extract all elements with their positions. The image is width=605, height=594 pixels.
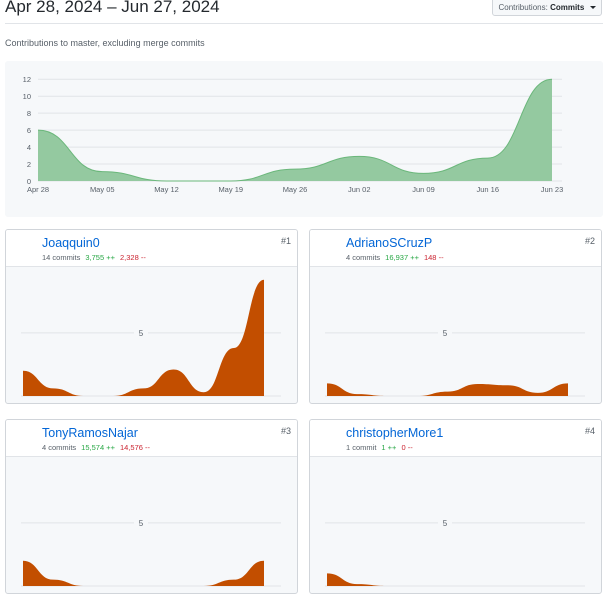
y-tick-label: 4 [27,143,31,152]
contributor-stats: 4 commits 15,574 ++ 14,576 -- [42,443,150,452]
contributor-card: christopherMore1 1 commit 1 ++ 0 -- #4 5Ap… [309,419,602,594]
contributor-name-link[interactable]: Joaqquin0 [42,236,100,250]
x-tick-label: May 19 [405,403,433,404]
contributor-chart-svg: 5 Apr 28 May 19 Jun 09 [9,279,281,404]
area-series [23,560,264,586]
area-series [327,573,568,586]
contributor-stats: 14 commits 3,755 ++ 2,328 -- [42,253,146,262]
header-divider [5,23,603,24]
identicon-purple-icon[interactable] [316,235,340,259]
commit-count: 1 commit [346,443,377,452]
additions-count: 15,574 ++ [81,443,115,452]
x-tick-label: May 12 [154,185,179,194]
x-tick-label: Jun 09 [192,403,218,404]
x-tick-label: May 19 [101,403,129,404]
dropdown-prefix: Contributions: [498,3,548,12]
x-tick-label: Apr 28 [27,185,49,194]
x-tick-label: Apr 28 [9,403,34,404]
contributor-chart-svg: 5Apr 28May 19Jun 09 [325,519,585,587]
contributions-type-dropdown[interactable]: Contributions: Commits [492,0,602,16]
y-tick-label: 8 [27,109,31,118]
caret-down-icon [589,6,596,10]
x-tick-label: May 26 [283,185,308,194]
contributor-name-link[interactable]: AdrianoSCruzP [346,236,432,250]
contributor-rank: #3 [280,426,291,436]
dropdown-value: Commits [550,3,585,12]
contributor-card-header: christopherMore1 1 commit 1 ++ 0 -- #4 [310,420,601,457]
contributor-card: Joaqquin0 14 commits 3,755 ++ 2,328 -- #1 … [5,229,298,404]
additions-count: 3,755 ++ [85,253,115,262]
additions-count: 1 ++ [381,443,397,452]
x-tick-label: Jun 23 [541,185,564,194]
area-series [23,279,264,396]
contributor-name-link[interactable]: TonyRamosNajar [42,426,138,440]
y-tick-label: 12 [23,75,31,84]
y-tick-label: 2 [27,160,31,169]
contributor-rank: #2 [584,236,595,246]
contributor-card: TonyRamosNajar 4 commits 15,574 ++ 14,576 … [5,419,298,594]
x-tick-label: Jun 09 [496,403,522,404]
x-tick-label: Apr 28 [313,403,338,404]
commit-count: 14 commits [42,253,81,262]
chart-subtitle: Contributions to master, excluding merge… [5,38,205,48]
deletions-count: 148 -- [423,253,444,262]
commit-count: 4 commits [42,443,77,452]
contributor-card-header: TonyRamosNajar 4 commits 15,574 ++ 14,576 … [6,420,297,457]
contributor-card: AdrianoSCruzP 4 commits 16,937 ++ 148 -- #… [309,229,602,404]
contributor-card-header: AdrianoSCruzP 4 commits 16,937 ++ 148 -- #… [310,230,601,267]
deletions-count: 2,328 -- [119,253,146,262]
contributor-card-header: Joaqquin0 14 commits 3,755 ++ 2,328 -- #1 [6,230,297,267]
additions-count: 16,937 ++ [385,253,419,262]
main-contributions-chart: 0 2 4 6 8 10 12 Apr 28 May 05 May 12 May 19 May 26 J… [5,61,603,217]
contributor-chart-svg: 5Apr 28May 19Jun 09 [21,519,281,587]
main-chart-svg: 024681012Apr 28 May 05 May 12 May 19 May 26 J… [23,75,564,194]
y-tick-label: 6 [27,126,31,135]
deletions-count: 14,576 -- [119,443,150,452]
x-tick-label: May 05 [90,185,115,194]
contributor-stats: 1 commit 1 ++ 0 -- [346,443,413,452]
identicon-blue-icon[interactable] [12,425,36,449]
y-tick-label: 10 [23,92,31,101]
deletions-count: 0 -- [401,443,413,452]
date-range-title: Apr 28, 2024 – Jun 27, 2024 [5,0,220,16]
commit-count: 4 commits [346,253,381,262]
y-tick-label: 5 [443,519,448,528]
x-tick-label: Jun 16 [476,185,499,194]
header: Apr 28, 2024 – Jun 27, 2024 Contribution… [0,0,605,24]
area-series [327,383,568,396]
photo-avatar-icon[interactable] [12,235,36,259]
contributor-name-link[interactable]: christopherMore1 [346,426,443,440]
x-tick-label: Jun 02 [348,185,371,194]
y-tick-label: 5 [139,329,144,338]
y-tick-label: 5 [443,329,448,338]
identicon-red-black-icon[interactable] [316,425,340,449]
contributor-chart-svg: 5 Apr 28 May 19 Jun 09 [313,329,585,404]
y-tick-label: 5 [139,519,144,528]
x-tick-label: Jun 09 [412,185,435,194]
x-tick-label: May 19 [218,185,243,194]
contributor-stats: 4 commits 16,937 ++ 148 -- [346,253,444,262]
contributor-rank: #1 [280,236,291,246]
contributor-rank: #4 [584,426,595,436]
